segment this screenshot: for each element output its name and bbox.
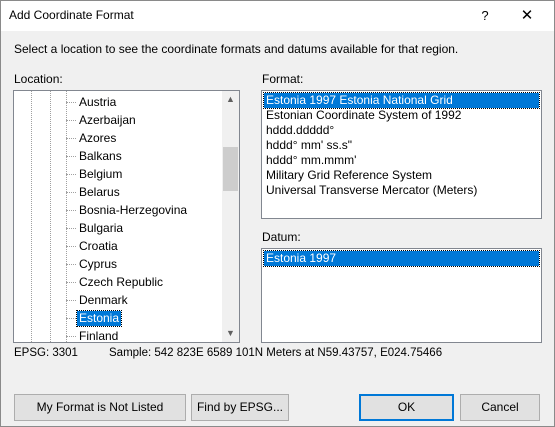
location-item[interactable]: Bosnia-Herzegovina <box>66 201 226 219</box>
location-item-label: Austria <box>79 95 117 109</box>
ok-button[interactable]: OK <box>359 394 454 421</box>
format-label: Format: <box>262 72 304 86</box>
format-item[interactable]: Universal Transverse Mercator (Meters) <box>264 183 539 198</box>
dialog-title: Add Coordinate Format <box>9 8 134 22</box>
location-item[interactable]: Bulgaria <box>66 219 226 237</box>
datum-list[interactable]: Estonia 1997 <box>261 248 542 343</box>
location-item-label: Belarus <box>79 185 120 199</box>
location-item-label: Belgium <box>79 167 123 181</box>
location-item-label: Azerbaijan <box>79 113 136 127</box>
location-item[interactable]: Austria <box>66 93 226 111</box>
location-item-label: Balkans <box>79 149 122 163</box>
location-item-label: Azores <box>79 131 117 145</box>
instructions-text: Select a location to see the coordinate … <box>14 42 459 56</box>
add-coordinate-format-dialog: Add Coordinate Format ? ✕ Select a locat… <box>0 0 555 427</box>
location-item-label: Finland <box>79 329 119 343</box>
format-list[interactable]: Estonia 1997 Estonia National Grid Estoni… <box>261 90 542 219</box>
epsg-code: EPSG: 3301 <box>14 347 78 359</box>
location-item[interactable]: Belgium <box>66 165 226 183</box>
sample-coordinates: Sample: 542 823E 6589 101N Meters at N59… <box>109 347 443 359</box>
close-button[interactable]: ✕ <box>502 1 552 31</box>
format-item[interactable]: hddd° mm.mmm' <box>264 153 539 168</box>
location-item[interactable]: Azores <box>66 129 226 147</box>
format-not-listed-button[interactable]: My Format is Not Listed <box>14 394 186 421</box>
format-item[interactable]: Military Grid Reference System <box>264 168 539 183</box>
location-item[interactable]: Finland <box>66 327 226 343</box>
location-item[interactable]: Croatia <box>66 237 226 255</box>
location-item-label: Bosnia-Herzegovina <box>79 203 188 217</box>
location-item-label: Croatia <box>79 239 118 253</box>
location-tree[interactable]: Austria Azerbaijan Azores Balkans Belgium Bel… <box>13 90 240 343</box>
location-item-label: Czech Republic <box>79 275 164 289</box>
location-item-label: Bulgaria <box>79 221 124 235</box>
datum-item[interactable]: Estonia 1997 <box>263 250 540 267</box>
format-item[interactable]: Estonia 1997 Estonia National Grid <box>263 92 540 109</box>
title-bar: Add Coordinate Format ? ✕ <box>1 1 554 31</box>
scroll-thumb[interactable] <box>223 147 238 191</box>
cancel-button[interactable]: Cancel <box>460 394 540 421</box>
format-item[interactable]: hddd.ddddd° <box>264 123 539 138</box>
location-item-label: Denmark <box>79 293 128 307</box>
location-item[interactable]: Cyprus <box>66 255 226 273</box>
location-item[interactable]: Czech Republic <box>66 273 226 291</box>
location-item-label: Estonia <box>75 310 123 327</box>
format-item[interactable]: Estonian Coordinate System of 1992 <box>264 108 539 123</box>
scroll-up-icon[interactable]: ▲ <box>222 91 239 108</box>
location-item[interactable]: Balkans <box>66 147 226 165</box>
location-item[interactable]: Belarus <box>66 183 226 201</box>
location-label: Location: <box>14 72 63 86</box>
location-scrollbar[interactable]: ▲ ▼ <box>222 91 239 342</box>
scroll-down-icon[interactable]: ▼ <box>222 325 239 342</box>
datum-label: Datum: <box>262 230 301 244</box>
help-button[interactable]: ? <box>468 1 502 31</box>
format-item[interactable]: hddd° mm' ss.s" <box>264 138 539 153</box>
location-item[interactable]: Azerbaijan <box>66 111 226 129</box>
find-by-epsg-button[interactable]: Find by EPSG... <box>191 394 289 421</box>
location-item-label: Cyprus <box>79 257 118 271</box>
location-item[interactable]: Estonia <box>66 309 226 327</box>
location-item[interactable]: Denmark <box>66 291 226 309</box>
